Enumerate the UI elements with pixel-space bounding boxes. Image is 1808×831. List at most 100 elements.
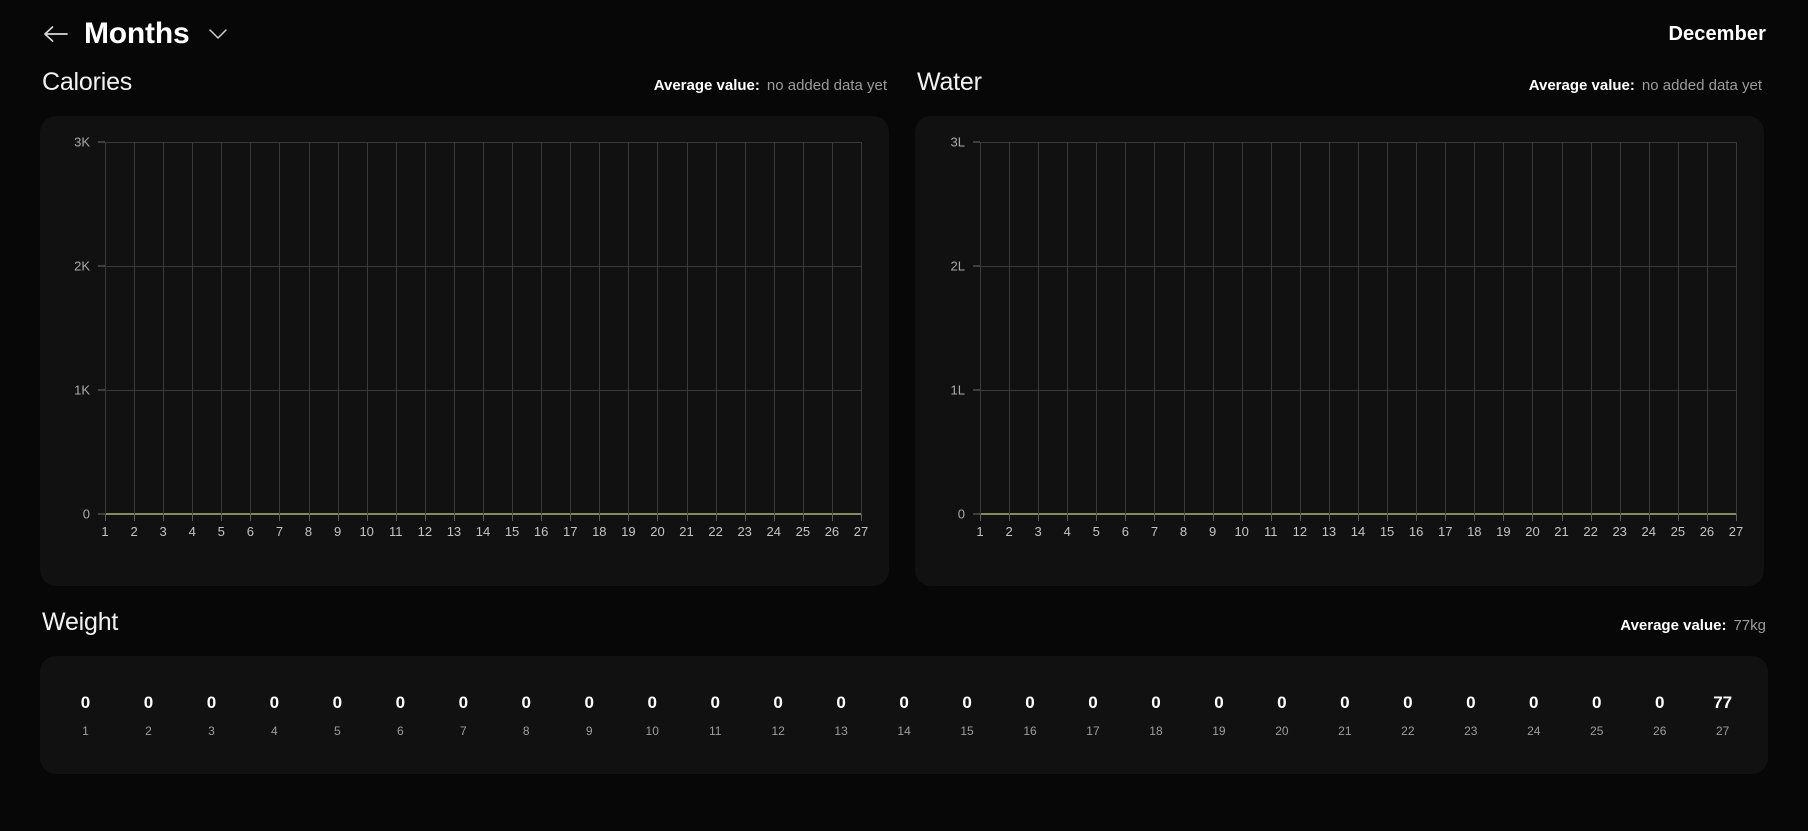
grid-line-vertical <box>1561 142 1563 514</box>
x-axis-label: 1 <box>976 524 984 539</box>
calories-y-axis: 3K 2K 1K 0 <box>54 135 105 522</box>
weight-day-label: 10 <box>645 723 659 738</box>
weight-day-label: 27 <box>1715 723 1730 738</box>
x-axis-label: 26 <box>824 524 840 539</box>
x-axis-label: 5 <box>217 524 225 539</box>
x-axis-label: 2 <box>130 524 138 539</box>
x-axis-label: 6 <box>246 524 254 539</box>
weight-value: 0 <box>1340 692 1350 712</box>
grid-line-vertical <box>861 142 862 514</box>
grid-line-vertical <box>192 142 194 514</box>
weight-day-cell[interactable]: 06 <box>369 694 432 737</box>
weight-value: 0 <box>1592 692 1602 712</box>
weight-day-cell[interactable]: 0 20 <box>1250 694 1313 737</box>
x-axis-label: 18 <box>592 524 607 539</box>
weight-value: 0 <box>1654 692 1665 712</box>
x-axis-label: 14 <box>475 524 491 539</box>
weight-day-cell[interactable]: 0 23 <box>1439 694 1502 737</box>
weight-day-cell[interactable]: 02 <box>117 694 180 737</box>
weight-day-cell[interactable]: 0 18 <box>1124 694 1187 737</box>
weight-day-cell[interactable]: 0 16 <box>999 694 1062 737</box>
weight-day-cell[interactable]: 77 27 <box>1691 694 1754 737</box>
x-axis-label: 14 <box>1350 524 1366 539</box>
weight-value: 0 <box>1214 692 1224 712</box>
grid-line-vertical <box>1125 142 1127 514</box>
weight-day-cell[interactable]: 0 26 <box>1628 694 1691 737</box>
weight-average-value: 77kg <box>1733 617 1766 634</box>
weight-grid: 0 1 0 2 0 3 0 4 0 5 0 6 0 7 0 8 0 9 0 10 0 11 0 12 0 13 0 14 0 15 0 16 0… <box>54 694 1754 737</box>
grid-line-vertical <box>1416 142 1418 514</box>
x-axis-label: 18 <box>1467 524 1482 539</box>
y-axis-tick <box>973 265 980 267</box>
weight-value: 0 <box>1466 692 1476 712</box>
x-axis-tick <box>279 514 281 521</box>
weight-day-cell[interactable]: 0 19 <box>1187 694 1250 737</box>
y-axis-label: 3K <box>74 134 90 150</box>
grid-line-vertical <box>1096 142 1098 514</box>
weight-day-cell[interactable]: 03 <box>180 694 243 737</box>
chevron-down-icon[interactable] <box>207 23 229 45</box>
y-axis-tick <box>98 141 105 143</box>
water-average: Average value: no added data yet <box>1529 77 1762 94</box>
weight-day-cell[interactable]: 0 12 <box>747 694 810 737</box>
x-axis-tick <box>1387 514 1389 521</box>
x-axis-label: 22 <box>1583 524 1598 539</box>
weight-day-cell[interactable]: 05 <box>306 694 369 737</box>
grid-line-vertical <box>1009 142 1011 514</box>
y-axis-tick <box>973 141 980 143</box>
weight-day-cell[interactable]: 0 25 <box>1565 694 1628 737</box>
calories-title: Calories <box>42 68 133 96</box>
x-axis-tick <box>250 514 252 521</box>
weight-card[interactable]: 0 1 0 2 0 3 0 4 0 5 0 6 0 7 0 8 0 9 0 10 0 11 0 12 0 13 0 14 0 15 0 16 0… <box>40 656 1768 774</box>
weight-day-cell[interactable]: 04 <box>243 694 306 737</box>
weight-day-cell[interactable]: 0 15 <box>936 694 999 737</box>
weight-day-cell[interactable]: 0 24 <box>1502 694 1565 737</box>
month-label[interactable]: December <box>1668 23 1766 46</box>
x-axis-label: 21 <box>1554 524 1569 539</box>
x-axis-label: 12 <box>1292 524 1308 539</box>
x-axis-tick <box>512 514 514 521</box>
weight-day-cell[interactable]: 0 11 <box>684 694 747 737</box>
weight-day-cell[interactable]: 0 17 <box>1062 694 1125 737</box>
x-axis-tick <box>1299 514 1301 521</box>
weight-day-cell[interactable]: 0 10 <box>621 694 684 737</box>
grid-line-vertical <box>1299 142 1301 514</box>
grid-line-vertical <box>1445 142 1447 514</box>
x-axis-tick <box>105 514 106 521</box>
weight-value: 0 <box>1088 692 1098 712</box>
weight-title: Weight <box>42 608 119 636</box>
water-chart-card[interactable]: 3L 2L 1L 0 1 2 3 4 5 6 7 8 9 10 11 12 13 14 15 16 17 18 19 20 2… <box>915 116 1764 586</box>
grid-line-vertical <box>1590 142 1592 514</box>
x-axis-tick <box>715 514 717 521</box>
x-axis-tick <box>831 514 833 521</box>
weight-value: 0 <box>899 692 909 712</box>
top-bar: Months December <box>40 0 1768 68</box>
x-axis-tick <box>1038 514 1040 521</box>
calories-chart-card[interactable]: 3K 2K 1K 0 1 2 3 4 5 6 7 8 9 10 11 12 13 14 15 16 17 18 19 20 2… <box>40 116 889 586</box>
x-axis-label: 27 <box>1728 524 1744 539</box>
grid-line-vertical <box>1677 142 1679 514</box>
grid-line-vertical <box>599 142 601 514</box>
weight-value: 0 <box>1403 692 1413 712</box>
y-axis-label: 0 <box>82 506 90 522</box>
y-axis-tick <box>973 389 980 391</box>
weight-value: 0 <box>773 692 783 712</box>
grid-line-vertical <box>1358 142 1359 514</box>
calories-x-axis: 1 2 3 4 5 6 7 8 9 10 11 12 13 14 15 16 17 18 19 20 21 22 23 24 2… <box>101 524 868 544</box>
grid-line-vertical <box>1736 142 1737 514</box>
weight-day-cell[interactable]: 09 <box>558 694 621 737</box>
grid-line-vertical <box>134 142 136 514</box>
weight-day-cell[interactable]: 0 13 <box>810 694 873 737</box>
weight-day-cell[interactable]: 0 22 <box>1376 694 1439 737</box>
arrow-left-icon[interactable] <box>42 20 70 48</box>
weight-day-cell[interactable]: 0 14 <box>873 694 936 737</box>
grid-line-vertical <box>628 142 630 514</box>
x-axis-label: 3 <box>159 524 167 539</box>
weight-day-cell[interactable]: 0 21 <box>1313 694 1376 737</box>
weight-day-cell[interactable]: 01 <box>54 694 117 737</box>
y-axis-label: 0 <box>957 506 965 522</box>
weight-day-cell[interactable]: 08 <box>495 694 558 737</box>
x-axis-label: 13 <box>446 524 462 539</box>
weight-day-cell[interactable]: 07 <box>432 694 495 737</box>
x-axis-tick <box>192 514 194 521</box>
